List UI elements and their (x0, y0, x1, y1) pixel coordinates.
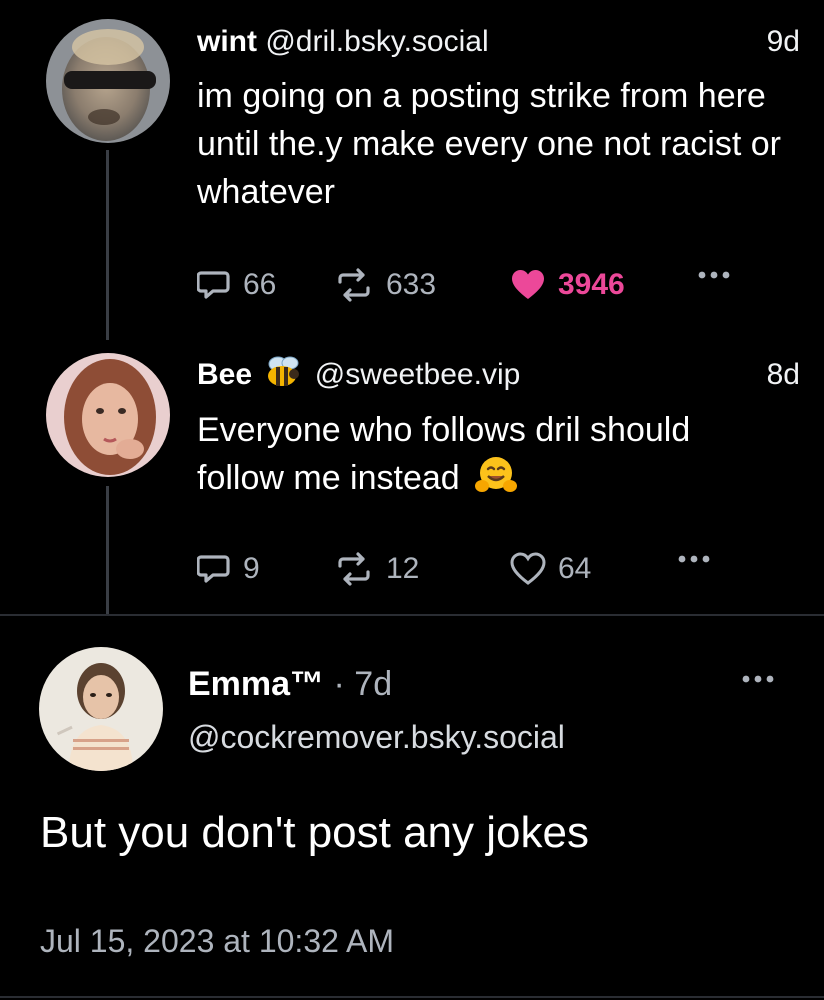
author-name[interactable]: wint (197, 25, 257, 58)
post-time[interactable]: 8d (767, 353, 800, 397)
speech-bubble-icon (197, 268, 231, 302)
like-button[interactable]: 3946 (510, 265, 625, 305)
hugging-face-emoji (475, 455, 518, 508)
thread-view: wint @dril.bsky.social 9d im going on a … (0, 0, 824, 1000)
repost-button[interactable]: 12 (334, 549, 419, 589)
thread-divider (0, 614, 824, 616)
ellipsis-icon (738, 675, 778, 693)
reply-count: 9 (243, 552, 260, 585)
thread-line-2 (106, 486, 109, 614)
more-options-button[interactable] (674, 549, 714, 569)
post-text: im going on a posting strike from here u… (197, 77, 781, 211)
repost-arrows-icon (334, 552, 374, 586)
ellipsis-icon (674, 549, 714, 569)
author-handle[interactable]: @sweetbee.vip (315, 358, 521, 391)
focused-author-name[interactable]: Emma™ (188, 665, 324, 703)
post-actions-2: 9 12 64 (197, 549, 757, 589)
repost-button[interactable]: 633 (334, 265, 436, 305)
heart-icon (510, 552, 546, 586)
reply-button[interactable]: 9 (197, 549, 260, 589)
like-button[interactable]: 64 (510, 549, 591, 589)
more-options-button[interactable] (738, 669, 778, 694)
post-header-2: Bee @sweetbee.vip 8d (197, 353, 800, 397)
avatar-wint[interactable] (46, 19, 170, 143)
reply-button[interactable]: 66 (197, 265, 276, 305)
post-time[interactable]: 9d (767, 20, 800, 64)
bee-emoji (264, 354, 302, 403)
post-header-1: wint @dril.bsky.social 9d (197, 20, 800, 64)
reply-count: 66 (243, 268, 277, 301)
speech-bubble-icon (197, 552, 231, 586)
repost-arrows-icon (334, 268, 374, 302)
bottom-divider (0, 996, 824, 998)
thread-line-1 (106, 150, 109, 340)
separator-dot: · (333, 665, 345, 703)
ellipsis-icon (694, 265, 734, 285)
like-count: 3946 (558, 268, 625, 301)
like-count: 64 (558, 552, 592, 585)
post-text-2: Everyone who follows dril should follow … (197, 406, 784, 508)
more-options-button[interactable] (694, 265, 734, 285)
focused-author-handle[interactable]: @cockremover.bsky.social (188, 714, 565, 760)
repost-count: 12 (386, 552, 420, 585)
post-text: Everyone who follows dril should follow … (197, 411, 691, 497)
focused-post-time[interactable]: 7d (354, 665, 392, 703)
post-actions-1: 66 633 3946 (197, 265, 757, 305)
focused-author-line: Emma™ · 7d (188, 660, 392, 708)
author-handle[interactable]: @dril.bsky.social (265, 25, 488, 58)
heart-icon (510, 268, 546, 302)
avatar-emma[interactable] (39, 647, 163, 771)
avatar-bee[interactable] (46, 353, 170, 477)
focused-post-text: But you don't post any jokes (40, 808, 589, 857)
author-name[interactable]: Bee (197, 358, 252, 391)
repost-count: 633 (386, 268, 437, 301)
focused-post-date: Jul 15, 2023 at 10:32 AM (40, 923, 395, 959)
